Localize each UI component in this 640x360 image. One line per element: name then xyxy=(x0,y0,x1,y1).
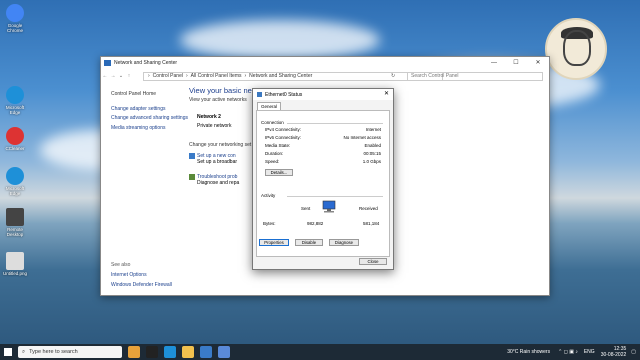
active-networks-label: View your active networks xyxy=(189,97,247,103)
app-icon[interactable] xyxy=(146,346,158,358)
address-bar: ← → ⌄ ↑ › Control Panel › All Control Pa… xyxy=(101,70,549,82)
ethernet-icon xyxy=(257,92,262,97)
edge-taskbar-icon[interactable] xyxy=(164,346,176,358)
network-icon xyxy=(104,59,111,66)
chrome-icon xyxy=(6,4,24,22)
sidebar-item-advanced-sharing[interactable]: Change advanced sharing settings xyxy=(111,115,191,122)
file-icon xyxy=(6,252,24,270)
see-also: See also Internet Options Windows Defend… xyxy=(111,262,172,288)
dialog-titlebar: Ethernet0 Status xyxy=(253,89,393,100)
sent-label: Sent xyxy=(301,206,311,211)
weather-status[interactable]: 30°C Rain showers xyxy=(507,349,550,355)
desktop-icon-edge[interactable]: Microsoft Edge xyxy=(3,86,27,115)
desktop-icon-file[interactable]: Untitled.png xyxy=(3,252,27,276)
tab-general[interactable]: General xyxy=(257,102,282,110)
speed-row: Speed: 1.0 Gbps xyxy=(265,159,381,164)
notification-icon[interactable]: ▢ xyxy=(631,349,636,355)
close-button[interactable]: ✕ xyxy=(527,57,549,68)
details-button[interactable]: Details... xyxy=(265,169,293,176)
diagnose-button[interactable]: Diagnose xyxy=(329,239,359,246)
profile-sketch-image xyxy=(545,18,607,80)
crumb-network-center[interactable]: Network and Sharing Center xyxy=(249,73,312,79)
see-also-firewall[interactable]: Windows Defender Firewall xyxy=(111,282,172,288)
desktop-icon-chrome[interactable]: Google Chrome xyxy=(3,4,27,33)
edge-icon xyxy=(6,167,24,185)
task-troubleshoot: Troubleshoot prob Diagnose and repa xyxy=(189,174,239,186)
connection-heading: Connection xyxy=(261,120,284,125)
windows-start-icon[interactable] xyxy=(4,348,12,356)
crumb-all-items[interactable]: All Control Panel Items xyxy=(191,73,242,79)
recent-locations-button[interactable]: ⌄ xyxy=(117,73,125,79)
sidebar-item-adapter[interactable]: Change adapter settings xyxy=(111,106,191,113)
network-activity-icon xyxy=(322,200,336,213)
disable-button[interactable]: Disable xyxy=(295,239,323,246)
see-also-internet-options[interactable]: Internet Options xyxy=(111,272,172,278)
task-new-connection: Set up a new con Set up a broadbar xyxy=(189,153,237,165)
general-panel: Connection IPv4 Connectivity: Internet IP… xyxy=(256,110,390,257)
bytes-label: Bytes: xyxy=(263,221,276,226)
task-view-icon[interactable] xyxy=(128,346,140,358)
tray-icons[interactable]: ⌃ ◻ ▣ ♪ xyxy=(558,349,578,355)
network-name: Network 2 xyxy=(197,114,221,120)
duration-row: Duration: 00:05:15 xyxy=(265,151,381,156)
desktop-icon-remote[interactable]: Remote Desktop xyxy=(3,208,27,237)
ccleaner-icon xyxy=(6,127,24,145)
ethernet-status-dialog: Ethernet0 Status ✕ General Connection IP… xyxy=(252,88,394,270)
forward-button[interactable]: → xyxy=(109,73,117,79)
troubleshoot-icon xyxy=(189,174,195,180)
ipv6-row: IPv6 Connectivity: No Internet access xyxy=(265,135,381,140)
clock[interactable]: 12:35 30-08-2022 xyxy=(601,346,627,358)
control-panel-taskbar-icon[interactable] xyxy=(218,346,230,358)
up-button[interactable]: ↑ xyxy=(125,73,133,79)
back-button[interactable]: ← xyxy=(101,73,109,79)
ipv4-row: IPv4 Connectivity: Internet xyxy=(265,127,381,132)
search-icon: ⌕ xyxy=(22,348,26,355)
desktop-icon-ccleaner[interactable]: CCleaner xyxy=(3,127,27,151)
desktop-icon-edge-2[interactable]: Microsoft Edge xyxy=(3,167,27,196)
crumb-control-panel[interactable]: Control Panel xyxy=(153,73,183,79)
sidebar-control-panel-home[interactable]: Control Panel Home xyxy=(111,91,191,98)
change-settings-label: Change your networking set xyxy=(189,142,252,148)
window-title: Network and Sharing Center xyxy=(114,59,178,66)
taskbar-apps xyxy=(128,346,236,358)
media-state-row: Media State: Enabled xyxy=(265,143,381,148)
sidebar-item-media-streaming[interactable]: Media streaming options xyxy=(111,125,191,132)
network-type: Private network xyxy=(197,123,232,129)
system-tray: 30°C Rain showers ⌃ ◻ ▣ ♪ ENG 12:35 30-0… xyxy=(507,344,636,360)
close-dialog-button[interactable]: Close xyxy=(359,258,387,265)
taskbar: ⌕ Type here to search 30°C Rain showers … xyxy=(0,344,640,360)
sidebar: Control Panel Home Change adapter settin… xyxy=(111,91,191,135)
remote-desktop-icon xyxy=(6,208,24,226)
language-indicator[interactable]: ENG xyxy=(584,349,595,355)
bytes-sent-value: 982,882 xyxy=(307,221,324,226)
refresh-icon[interactable]: ↻ xyxy=(391,73,395,79)
dialog-title: Ethernet0 Status xyxy=(265,91,303,98)
maximize-button[interactable]: ☐ xyxy=(505,57,527,68)
dialog-close-icon[interactable]: ✕ xyxy=(384,90,389,97)
received-label: Received xyxy=(359,206,378,211)
cloud xyxy=(180,20,380,60)
taskbar-search-input[interactable]: ⌕ Type here to search xyxy=(18,346,122,358)
edge-icon xyxy=(6,86,24,104)
properties-button[interactable]: Properties xyxy=(259,239,289,246)
activity-heading: Activity xyxy=(261,193,276,198)
window-titlebar: Network and Sharing Center xyxy=(101,57,549,68)
breadcrumb[interactable]: › Control Panel › All Control Panel Item… xyxy=(143,71,443,81)
store-icon[interactable] xyxy=(200,346,212,358)
file-explorer-icon[interactable] xyxy=(182,346,194,358)
minimize-button[interactable]: — xyxy=(483,57,505,68)
bytes-received-value: 581,184 xyxy=(363,221,380,226)
new-connection-icon xyxy=(189,153,195,159)
search-input[interactable]: Search Control Panel xyxy=(407,71,543,81)
page-title: View your basic netw xyxy=(189,86,260,95)
